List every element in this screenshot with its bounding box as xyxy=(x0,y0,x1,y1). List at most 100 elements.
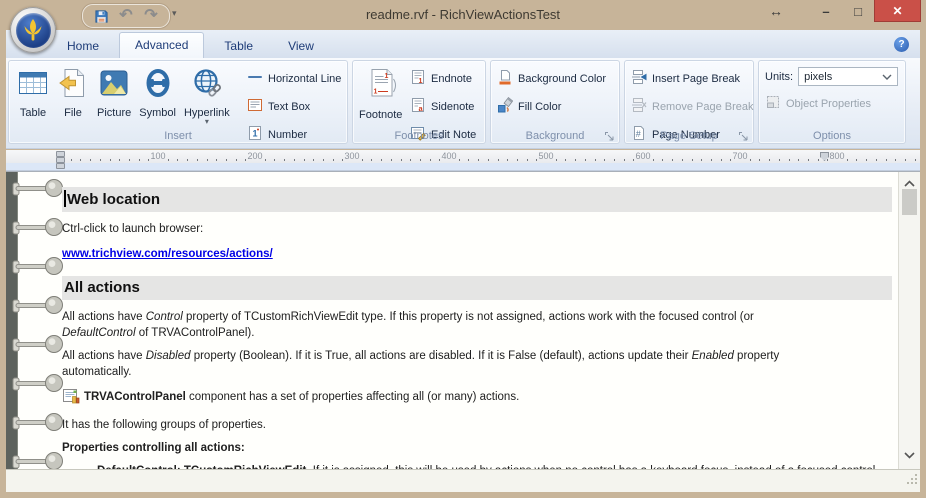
ruler-tick xyxy=(323,159,324,161)
tab-table[interactable]: Table xyxy=(209,35,268,58)
insert-page-break-button[interactable]: Insert Page Break xyxy=(631,69,754,88)
group-caption-page-setup: Page Setup xyxy=(625,130,753,142)
background-color-label: Background Color xyxy=(518,73,606,85)
ruler-tick xyxy=(633,159,634,161)
footnote-button-label: Footnote xyxy=(359,109,402,121)
document-editor[interactable]: Web locationCtrl-click to launch browser… xyxy=(6,171,920,469)
text-box-button[interactable]: Text Box xyxy=(247,97,341,116)
doc-text-run: Properties controlling all actions: xyxy=(62,442,245,454)
ruler-tick xyxy=(895,159,896,161)
ruler-tick xyxy=(236,159,237,161)
close-button[interactable]: ✕ xyxy=(874,0,921,22)
svg-text:1: 1 xyxy=(373,89,377,96)
endnote-button[interactable]: 1 Endnote xyxy=(410,69,476,88)
fill-color-label: Fill Color xyxy=(518,101,561,113)
text-box-icon xyxy=(247,97,263,116)
remove-page-break-icon xyxy=(631,97,647,116)
doc-paragraph: All actions have Control property of TCu… xyxy=(62,309,892,341)
hyperlink-icon xyxy=(191,67,223,104)
scrollbar-thumb[interactable] xyxy=(902,189,917,215)
horizontal-ruler: 100200300400500600700800 xyxy=(6,150,920,171)
ruler-tick xyxy=(779,159,780,161)
scroll-down-icon[interactable] xyxy=(902,447,917,465)
vertical-scrollbar[interactable] xyxy=(898,172,920,469)
ruler-tick xyxy=(168,159,169,161)
help-button[interactable]: ? xyxy=(894,37,909,52)
horizontal-line-icon xyxy=(247,69,263,88)
file-icon xyxy=(57,67,89,104)
save-icon[interactable] xyxy=(91,7,111,25)
ruler-tick xyxy=(556,159,557,161)
hyperlink-dropdown-icon[interactable]: ▾ xyxy=(205,119,209,124)
ruler-tick xyxy=(207,159,208,161)
qat-customize-dropdown-icon[interactable]: ▾ xyxy=(172,8,177,19)
remove-page-break-button[interactable]: Remove Page Break xyxy=(631,97,754,116)
ruler-tick xyxy=(624,159,625,161)
background-color-button[interactable]: Background Color xyxy=(497,69,606,88)
tab-view[interactable]: View xyxy=(273,35,329,58)
ruler-tick xyxy=(148,159,149,161)
tab-home[interactable]: Home xyxy=(52,35,114,58)
symbol-button-label: Symbol xyxy=(139,107,176,119)
fullscreen-button[interactable]: ↔ xyxy=(760,0,792,22)
doc-text-run: automatically. xyxy=(62,366,131,378)
undo-icon[interactable]: ↶ xyxy=(116,7,136,25)
file-button-label: File xyxy=(64,107,82,119)
sidenote-icon: a xyxy=(410,97,426,116)
fill-color-button[interactable]: Fill Color xyxy=(497,97,606,116)
doc-hyperlink[interactable]: www.trichview.com/resources/actions/ xyxy=(62,248,273,260)
ruler-tick xyxy=(187,159,188,161)
symbol-button[interactable]: Symbol xyxy=(135,65,180,121)
ruler-label: 700 xyxy=(732,151,747,161)
ruler-tick xyxy=(100,159,101,161)
group-caption-background: Background xyxy=(491,130,619,142)
ruler-tick xyxy=(410,159,411,161)
ruler-tick xyxy=(818,159,819,161)
ribbon-group-insert: Table File Picture xyxy=(8,60,348,144)
doc-text-run: property (Boolean). If it is True, all a… xyxy=(191,350,692,362)
object-properties-icon xyxy=(765,94,781,113)
ruler-tick xyxy=(333,159,334,161)
units-select[interactable]: pixels xyxy=(798,67,898,86)
footnote-button[interactable]: 1 1 Footnote xyxy=(355,65,406,123)
ruler-tick xyxy=(595,159,596,161)
ruler-label: 600 xyxy=(635,151,650,161)
hyperlink-button[interactable]: Hyperlink ▾ xyxy=(180,65,234,126)
sidenote-button[interactable]: a Sidenote xyxy=(410,97,476,116)
title-bar: readme.rvf - RichViewActionsTest ↶ ↷ ▾ ↔… xyxy=(0,0,926,30)
ruler-tick xyxy=(711,159,712,161)
doc-text-run: Control xyxy=(146,311,183,323)
binder-pin-decoration xyxy=(10,333,66,360)
table-button[interactable]: Table xyxy=(13,65,53,121)
picture-button[interactable]: Picture xyxy=(93,65,135,121)
redo-icon[interactable]: ↷ xyxy=(141,7,161,25)
doc-heading: Web location xyxy=(62,187,892,212)
file-button[interactable]: File xyxy=(53,65,93,121)
doc-paragraph: All actions have Disabled property (Bool… xyxy=(62,348,892,380)
ruler-tick xyxy=(71,159,72,161)
ruler-tick xyxy=(856,159,857,161)
window-controls: ↔ – □ ✕ xyxy=(760,0,921,22)
ruler-tick xyxy=(886,159,887,161)
ruler-tick xyxy=(536,159,537,161)
minimize-button[interactable]: – xyxy=(810,0,842,22)
ruler-indent-marker[interactable] xyxy=(56,163,65,169)
tab-advanced[interactable]: Advanced xyxy=(119,32,204,58)
insert-page-break-icon xyxy=(631,69,647,88)
maximize-button[interactable]: □ xyxy=(842,0,874,22)
binder-pin-decoration xyxy=(10,411,66,438)
application-menu-button[interactable] xyxy=(10,7,56,53)
svg-text:1: 1 xyxy=(384,73,388,80)
ruler-tick xyxy=(701,159,702,161)
ruler-tick xyxy=(847,159,848,161)
doc-text-run: Web location xyxy=(67,191,160,208)
object-properties-button[interactable]: Object Properties xyxy=(765,94,871,113)
ruler-tick xyxy=(672,159,673,161)
binder-pin-decoration xyxy=(10,450,66,469)
horizontal-line-button[interactable]: Horizontal Line xyxy=(247,69,341,88)
ribbon-group-background: Background Color Fill Color Background xyxy=(490,60,620,144)
ruler-tick xyxy=(362,159,363,161)
text-box-label: Text Box xyxy=(268,101,310,113)
resize-grip[interactable] xyxy=(906,472,918,490)
ruler-tick xyxy=(575,159,576,161)
